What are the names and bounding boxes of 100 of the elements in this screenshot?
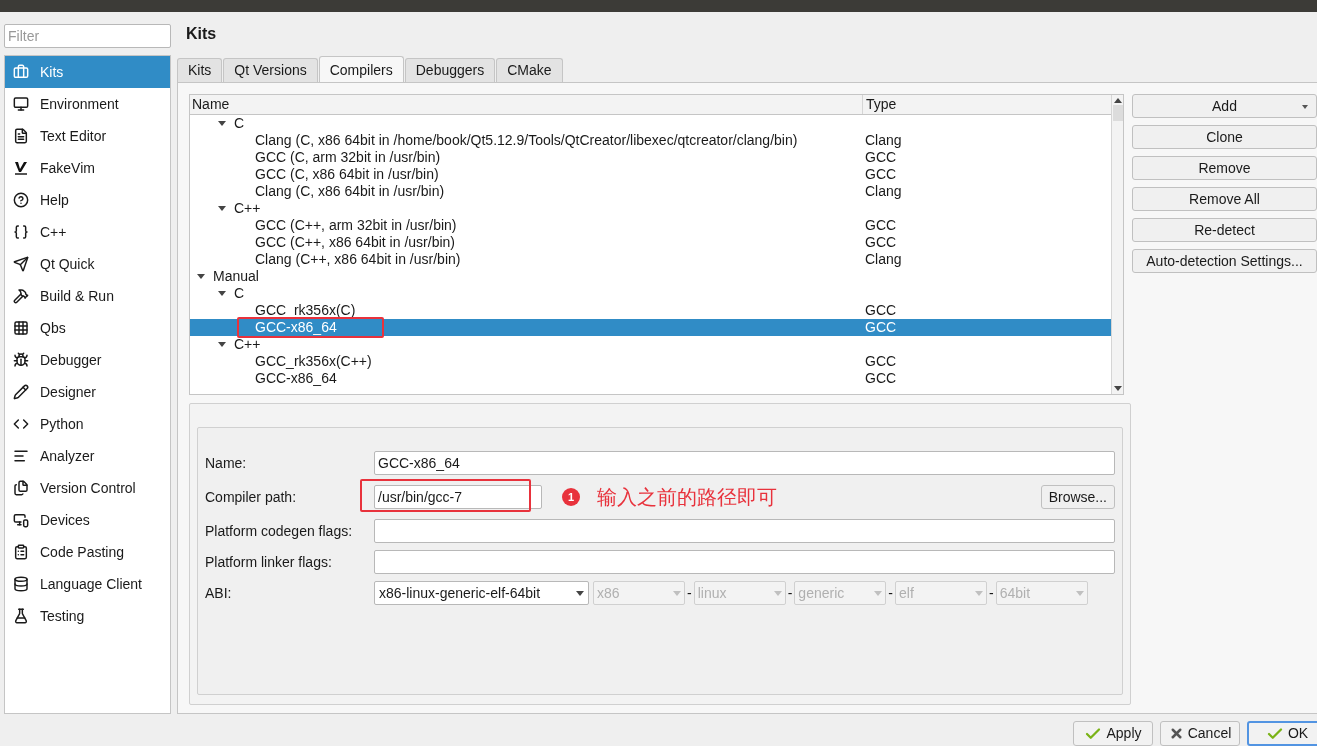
compiler-type: GCC (864, 353, 897, 370)
side-button[interactable]: Clone (1132, 125, 1317, 149)
compiler-row[interactable]: GCC (C++, arm 32bit in /usr/bin) GCC (190, 217, 1111, 234)
separator-text: - (887, 583, 894, 603)
pencil-icon (13, 384, 29, 400)
filter-field[interactable]: Filter (4, 24, 171, 48)
abi-dropdown[interactable]: x86-linux-generic-elf-64bit (374, 581, 589, 605)
text-field[interactable]: GCC-x86_64 (374, 451, 1115, 475)
annotation-badge: 1 (562, 488, 580, 506)
compiler-type: Clang (864, 251, 902, 268)
caret-icon (576, 590, 584, 596)
collapse-arrow-icon[interactable] (218, 290, 226, 297)
dialog-button[interactable]: OK (1247, 721, 1317, 746)
compiler-name: GCC (C++, x86 64bit in /usr/bin) (255, 234, 455, 251)
collapse-arrow-icon[interactable] (218, 205, 226, 212)
tab[interactable]: Kits (177, 58, 223, 82)
toolbox-icon (13, 64, 29, 80)
category-item[interactable]: Qt Quick (5, 248, 170, 280)
category-item[interactable]: Help (5, 184, 170, 216)
devices-icon (13, 512, 29, 528)
category-item[interactable]: Language Client (5, 568, 170, 600)
document-icon (13, 128, 29, 144)
category-item[interactable]: Qbs (5, 312, 170, 344)
dialog-button[interactable]: Apply (1073, 721, 1153, 746)
category-item[interactable]: Python (5, 408, 170, 440)
browse-button[interactable]: Browse... (1040, 485, 1115, 509)
v-letter-icon (13, 160, 29, 176)
compiler-row[interactable]: GCC (C, arm 32bit in /usr/bin) GCC (190, 149, 1111, 166)
compiler-name: GCC-x86_64 (255, 319, 337, 336)
category-item[interactable]: Designer (5, 376, 170, 408)
caret-icon (1075, 590, 1084, 596)
text-field[interactable] (374, 519, 1115, 543)
compiler-name: GCC (C, arm 32bit in /usr/bin) (255, 149, 441, 166)
category-item[interactable]: Version Control (5, 472, 170, 504)
side-button[interactable]: Add (1132, 94, 1317, 118)
field-label: Platform linker flags: (205, 552, 333, 572)
compiler-row[interactable]: GCC_rk356x(C) GCC (190, 302, 1111, 319)
side-button[interactable]: Remove All (1132, 187, 1317, 211)
compiler-type: GCC (864, 149, 897, 166)
collapse-arrow-icon[interactable] (197, 273, 205, 280)
category-item[interactable]: Kits (5, 56, 170, 88)
column-header[interactable]: Type (863, 95, 1111, 114)
bug-icon (13, 352, 29, 368)
category-item[interactable]: Debugger (5, 344, 170, 376)
compiler-type: GCC (864, 319, 897, 336)
field-label: ABI: (205, 583, 233, 603)
category-item[interactable]: Testing (5, 600, 170, 632)
compiler-row[interactable]: GCC_rk356x(C++) GCC (190, 353, 1111, 370)
compiler-row[interactable]: GCC (C++, x86 64bit in /usr/bin) GCC (190, 234, 1111, 251)
side-button[interactable]: Re-detect (1132, 218, 1317, 242)
field-label: Platform codegen flags: (205, 521, 354, 541)
compiler-name: Clang (C, x86 64bit in /home/book/Qt5.12.9/Tools/QtCreator/libexec/qtcreator/clang/bin) (255, 132, 798, 149)
separator-text: - (786, 583, 794, 603)
scroll-down-arrow-icon[interactable] (1113, 386, 1122, 391)
bars-icon (13, 448, 29, 464)
tab[interactable]: CMake (496, 58, 563, 82)
category-item[interactable]: Code Pasting (5, 536, 170, 568)
field-label: Compiler path: (205, 487, 298, 507)
tree-group-label[interactable]: C++ (234, 336, 261, 353)
caret-icon (673, 590, 681, 596)
tree-group-label[interactable]: Manual (213, 268, 259, 285)
side-button[interactable]: Auto-detection Settings... (1132, 249, 1317, 273)
column-header[interactable]: Name (190, 95, 863, 114)
compiler-type: GCC (864, 370, 897, 387)
annotation-text: 输入之前的路径即可 (597, 484, 777, 511)
scroll-up-arrow-icon[interactable] (1113, 98, 1122, 103)
compiler-row[interactable]: Clang (C, x86 64bit in /usr/bin) Clang (190, 183, 1111, 200)
caret-icon (773, 590, 782, 596)
scrollbar[interactable] (1111, 95, 1123, 394)
category-item[interactable]: Text Editor (5, 120, 170, 152)
category-item[interactable]: Environment (5, 88, 170, 120)
scrollbar-thumb[interactable] (1112, 105, 1123, 121)
help-icon (13, 192, 29, 208)
category-item[interactable]: Build & Run (5, 280, 170, 312)
flask-icon (13, 608, 29, 624)
collapse-arrow-icon[interactable] (218, 341, 226, 348)
compiler-row[interactable]: GCC (C, x86 64bit in /usr/bin) GCC (190, 166, 1111, 183)
tree-group-label[interactable]: C++ (234, 200, 261, 217)
compiler-name: GCC (C++, arm 32bit in /usr/bin) (255, 217, 457, 234)
tab[interactable]: Debuggers (404, 58, 496, 82)
category-item[interactable]: C++ (5, 216, 170, 248)
compiler-row[interactable]: GCC-x86_64 GCC (190, 370, 1111, 387)
compiler-row[interactable]: GCC-x86_64 GCC (190, 319, 1111, 336)
tree-group-label[interactable]: C (234, 115, 245, 132)
text-field[interactable]: /usr/bin/gcc-7 (374, 485, 542, 509)
code-icon (13, 416, 29, 432)
tab[interactable]: Compilers (318, 56, 404, 83)
compiler-row[interactable]: Clang (C, x86 64bit in /home/book/Qt5.12.9/Tools/QtCreator/libexec/qtcreator/clang/bin) Clang (190, 132, 1111, 149)
compiler-name: GCC (C, x86 64bit in /usr/bin) (255, 166, 439, 183)
text-field[interactable] (374, 550, 1115, 574)
compiler-name: Clang (C++, x86 64bit in /usr/bin) (255, 251, 461, 268)
tree-group-label[interactable]: C (234, 285, 245, 302)
category-item[interactable]: Devices (5, 504, 170, 536)
compiler-row[interactable]: Clang (C++, x86 64bit in /usr/bin) Clang (190, 251, 1111, 268)
category-item[interactable]: Analyzer (5, 440, 170, 472)
category-item[interactable]: FakeVim (5, 152, 170, 184)
tab[interactable]: Qt Versions (223, 58, 318, 82)
side-button[interactable]: Remove (1132, 156, 1317, 180)
collapse-arrow-icon[interactable] (218, 120, 226, 127)
dialog-button[interactable]: Cancel (1160, 721, 1240, 746)
